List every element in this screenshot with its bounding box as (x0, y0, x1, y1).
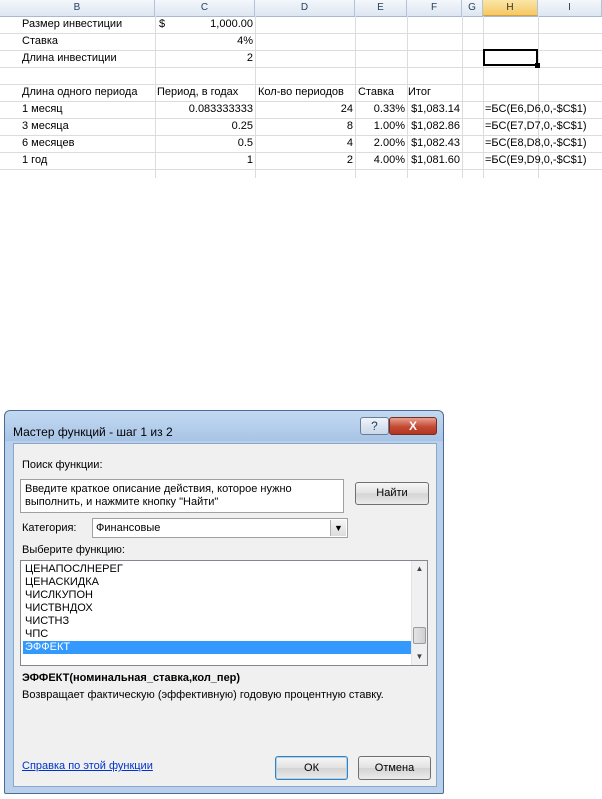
function-help-link[interactable]: Справка по этой функции (22, 760, 153, 772)
function-signature: ЭФФЕКТ(номинальная_ставка,кол_пер) (22, 672, 241, 684)
function-list-scrollbar[interactable]: ▲ ▼ (411, 561, 427, 665)
cell-h6[interactable]: =БС(E6,D6,0,-$C$1) (483, 101, 589, 118)
cell-f5[interactable]: Итог (406, 84, 433, 101)
table-row: 1 год 1 2 4.00% $1,081.60 =БС(E9,D9,0,-$… (0, 152, 602, 169)
help-icon[interactable]: ? (360, 417, 389, 435)
scroll-down-icon[interactable]: ▼ (412, 649, 427, 664)
cell-f6[interactable]: $1,083.14 (407, 101, 462, 118)
gridline (0, 67, 602, 68)
dialog-titlebar[interactable]: Мастер функций - шаг 1 из 2 ? X (5, 411, 443, 441)
table-row: 3 месяца 0.25 8 1.00% $1,082.86 =БС(E7,D… (0, 118, 602, 135)
cell-c7[interactable]: 0.25 (155, 118, 255, 135)
dialog-title: Мастер функций - шаг 1 из 2 (13, 425, 173, 439)
table-row: 1 месяц 0.083333333 24 0.33% $1,083.14 =… (0, 101, 602, 118)
cell-b9[interactable]: 1 год (20, 152, 49, 169)
cell-b5[interactable]: Длина одного периода (20, 84, 139, 101)
cell-c1[interactable]: 1,000.00 (155, 16, 255, 33)
cell-c3[interactable]: 2 (155, 50, 255, 67)
cell-c2[interactable]: 4% (155, 33, 255, 50)
list-item-selected[interactable]: ЭФФЕКТ (23, 641, 411, 654)
table-row: 6 месяцев 0.5 4 2.00% $1,082.43 =БС(E8,D… (0, 135, 602, 152)
cell-c9[interactable]: 1 (155, 152, 255, 169)
cell-d8[interactable]: 4 (255, 135, 355, 152)
cell-f7[interactable]: $1,082.86 (407, 118, 462, 135)
column-header-d[interactable]: D (255, 0, 355, 16)
search-label: Поиск функции: (22, 459, 103, 471)
cell-e8[interactable]: 2.00% (355, 135, 407, 152)
sheet-row: Размер инвестиции $ 1,000.00 (0, 16, 602, 33)
list-item[interactable]: ЧИСЛКУПОН (23, 589, 411, 602)
chevron-down-icon[interactable]: ▼ (330, 520, 346, 536)
category-value: Финансовые (96, 522, 161, 534)
cell-e6[interactable]: 0.33% (355, 101, 407, 118)
cell-h7[interactable]: =БС(E7,D7,0,-$C$1) (483, 118, 589, 135)
cell-c6[interactable]: 0.083333333 (155, 101, 255, 118)
sheet-header-row: Длина одного периода Период, в годах Кол… (0, 84, 602, 101)
cell-h9[interactable]: =БС(E9,D9,0,-$C$1) (483, 152, 589, 169)
cell-d7[interactable]: 8 (255, 118, 355, 135)
find-button[interactable]: Найти (355, 482, 429, 505)
list-item[interactable]: ЧПС (23, 628, 411, 641)
column-header-f[interactable]: F (407, 0, 462, 16)
scroll-up-icon[interactable]: ▲ (412, 561, 427, 576)
cell-b2[interactable]: Ставка (20, 33, 60, 50)
cell-b8[interactable]: 6 месяцев (20, 135, 76, 152)
ok-button[interactable]: ОК (275, 756, 348, 780)
cell-c8[interactable]: 0.5 (155, 135, 255, 152)
select-function-label: Выберите функцию: (22, 544, 125, 556)
list-item[interactable]: ЦЕНАПОСЛНЕРЕГ (23, 563, 411, 576)
cell-f9[interactable]: $1,081.60 (407, 152, 462, 169)
search-input-line-2: выполнить, и нажмите кнопку "Найти" (25, 496, 219, 508)
cell-e5[interactable]: Ставка (356, 84, 396, 101)
column-header-i[interactable]: I (538, 0, 602, 16)
function-wizard-dialog: Мастер функций - шаг 1 из 2 ? X Поиск фу… (4, 410, 444, 794)
cell-h8[interactable]: =БС(E8,D8,0,-$C$1) (483, 135, 589, 152)
cell-e7[interactable]: 1.00% (355, 118, 407, 135)
search-input-line-1: Введите краткое описание действия, котор… (25, 483, 292, 495)
category-label: Категория: (22, 522, 77, 534)
function-list[interactable]: ЦЕНАПОСЛНЕРЕГ ЦЕНАСКИДКА ЧИСЛКУПОН ЧИСТВ… (20, 560, 428, 666)
search-input[interactable]: Введите краткое описание действия, котор… (20, 479, 344, 513)
active-cell-h3[interactable] (483, 49, 540, 68)
gridline (0, 169, 602, 170)
column-header-row: B C D E F G H I (0, 0, 602, 17)
list-item[interactable]: ЦЕНАСКИДКА (23, 576, 411, 589)
cell-d6[interactable]: 24 (255, 101, 355, 118)
cell-b1[interactable]: Размер инвестиции (20, 16, 124, 33)
cancel-button[interactable]: Отмена (358, 756, 431, 780)
column-header-c[interactable]: C (155, 0, 255, 16)
column-header-g[interactable]: G (462, 0, 483, 16)
column-header-e[interactable]: E (355, 0, 407, 16)
cell-b7[interactable]: 3 месяца (20, 118, 71, 135)
cell-d5[interactable]: Кол-во периодов (256, 84, 346, 101)
cell-b6[interactable]: 1 месяц (20, 101, 65, 118)
spreadsheet: B C D E F G H I Размер инвестиции $ 1,00… (0, 0, 602, 178)
column-header-h[interactable]: H (483, 0, 538, 16)
dialog-body: Поиск функции: Введите краткое описание … (13, 443, 437, 787)
cell-f8[interactable]: $1,082.43 (407, 135, 462, 152)
cell-b3[interactable]: Длина инвестиции (20, 50, 119, 67)
cell-d9[interactable]: 2 (255, 152, 355, 169)
scrollbar-thumb[interactable] (413, 627, 426, 644)
cell-e9[interactable]: 4.00% (355, 152, 407, 169)
close-icon[interactable]: X (389, 417, 437, 435)
cell-c5[interactable]: Период, в годах (155, 84, 240, 101)
category-select[interactable]: Финансовые ▼ (92, 518, 348, 538)
sheet-row: Ставка 4% (0, 33, 602, 50)
list-item[interactable]: ЧИСТВНДОХ (23, 602, 411, 615)
column-header-b[interactable]: B (0, 0, 155, 16)
function-description: Возвращает фактическую (эффективную) год… (22, 689, 384, 701)
list-item[interactable]: ЧИСТНЗ (23, 615, 411, 628)
